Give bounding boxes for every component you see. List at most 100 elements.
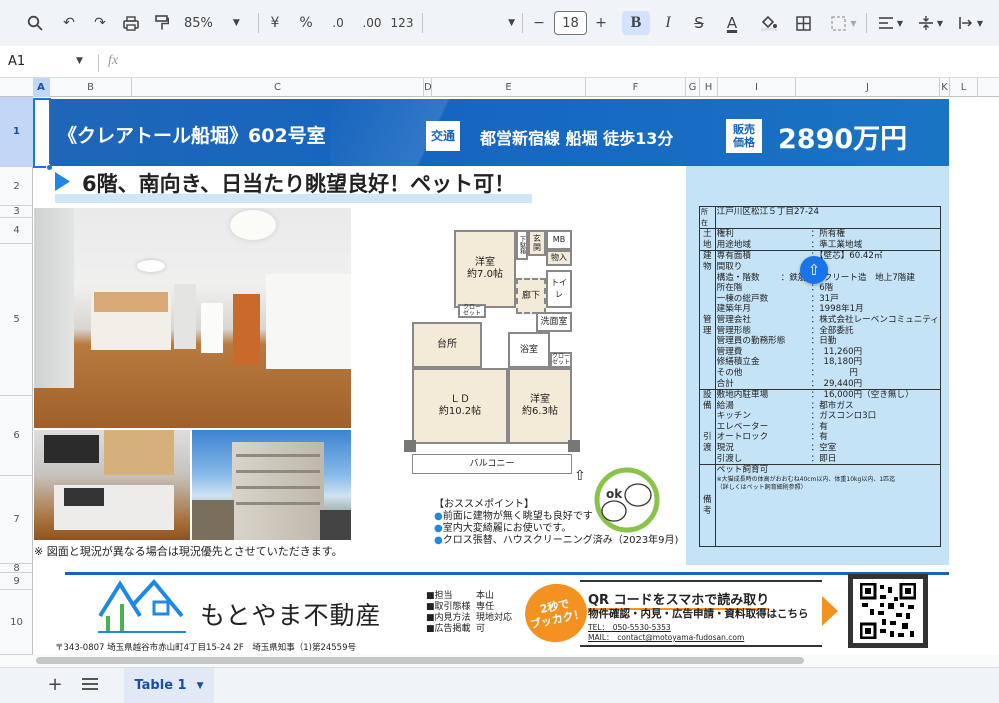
- row-header-4[interactable]: 4: [0, 218, 33, 244]
- row-header-9[interactable]: 9: [0, 573, 33, 590]
- borders-icon[interactable]: [792, 11, 814, 35]
- info-key: その他: [716, 367, 743, 378]
- chevron-down-icon[interactable]: ▼: [76, 56, 83, 66]
- photo-building-exterior: [192, 430, 351, 540]
- merge-cells-icon[interactable]: ▼: [826, 11, 862, 35]
- column-header-a[interactable]: A: [33, 78, 50, 97]
- row-header-8[interactable]: 8: [0, 564, 33, 574]
- photo-kitchen: [34, 430, 190, 540]
- percent-button[interactable]: %: [297, 11, 315, 35]
- sheet-tab-bar: + Table 1 ▼: [0, 667, 999, 703]
- add-sheet-icon[interactable]: +: [44, 674, 66, 696]
- currency-button[interactable]: ¥: [266, 11, 284, 35]
- column-header-h[interactable]: H: [700, 78, 718, 97]
- info-key: 所在階: [716, 283, 743, 294]
- detail-key: ■担当: [426, 591, 453, 601]
- fp-kitchen: 台所: [412, 322, 482, 368]
- row-header-7[interactable]: 7: [0, 476, 33, 564]
- paint-format-icon[interactable]: [151, 11, 173, 35]
- column-header-d[interactable]: D: [424, 78, 432, 97]
- chevron-down-icon[interactable]: ▼: [197, 681, 204, 691]
- text-wrap-icon[interactable]: ▼: [954, 11, 988, 35]
- info-value: ： 18,180円: [810, 357, 863, 368]
- zoom-select[interactable]: 85% ▼: [184, 11, 250, 35]
- column-headers: A B C D E F G H I J K L: [0, 78, 999, 97]
- font-size-input[interactable]: 18: [554, 11, 587, 35]
- info-key: 敷地内駐車場: [716, 390, 769, 401]
- number-format-button[interactable]: 123: [390, 11, 414, 35]
- font-family-select[interactable]: ▼: [430, 11, 515, 35]
- column-header-l[interactable]: L: [950, 78, 978, 97]
- row-header-1[interactable]: 1: [0, 97, 33, 167]
- undo-icon[interactable]: ↶: [58, 11, 80, 35]
- increase-decimal-button[interactable]: .00: [360, 11, 384, 35]
- row-header-2[interactable]: 2: [0, 167, 33, 206]
- row-header-3[interactable]: 3: [0, 206, 33, 218]
- formula-input[interactable]: [130, 50, 990, 74]
- vertical-align-icon[interactable]: ▼: [914, 11, 948, 35]
- bullet-icon: ●: [434, 511, 443, 522]
- info-key: 管理会社: [716, 314, 751, 325]
- toolbar: ↶ ↷ 85% ▼ ¥ % .0 .00 123 ▼ − 18 + B I S …: [0, 0, 999, 46]
- row-header-5[interactable]: 5: [0, 244, 33, 396]
- fp-bathroom: 浴室: [508, 332, 550, 368]
- row-header-10[interactable]: 10: [0, 590, 33, 655]
- info-value: ：全部委託: [810, 325, 854, 336]
- info-key: 管理員の勤務形態: [716, 336, 786, 347]
- print-icon[interactable]: [120, 11, 142, 35]
- tab-table-1[interactable]: Table 1 ▼: [124, 668, 214, 703]
- cell-reference-box[interactable]: A1: [8, 54, 25, 69]
- info-key: エレベーター: [716, 421, 769, 432]
- column-header-c[interactable]: C: [132, 78, 424, 97]
- italic-button[interactable]: I: [657, 11, 679, 35]
- info-value: ：有: [810, 421, 828, 432]
- remarks-label: 備 考: [699, 464, 716, 548]
- info-value: ：株式会社レーベンコミュニティ: [810, 314, 939, 325]
- fp-living-dining: ＬＤ 約10.2帖: [412, 368, 508, 444]
- scroll-to-top-icon[interactable]: ⇧: [800, 256, 828, 284]
- fill-color-icon[interactable]: [758, 11, 780, 35]
- selected-cell-a1[interactable]: [33, 98, 51, 168]
- align-left-icon[interactable]: ▼: [874, 11, 908, 35]
- info-key: キッチン: [716, 411, 751, 422]
- building-label: 建 物 管 理: [699, 250, 716, 391]
- qr-subtitle: 物件確認・内見・広告申請・資料取得はこちら: [588, 608, 809, 620]
- column-header-b[interactable]: B: [50, 78, 132, 97]
- function-icon: fx: [108, 53, 119, 68]
- fp-toilet: トイレ: [546, 270, 572, 308]
- font-size-increase-button[interactable]: +: [592, 11, 610, 35]
- column-header-j[interactable]: J: [796, 78, 940, 97]
- column-header-e[interactable]: E: [432, 78, 586, 97]
- bullet-icon: ●: [434, 523, 443, 534]
- company-mail[interactable]: MAIL： contact@motoyama-fudosan.com: [588, 632, 744, 643]
- horizontal-scrollbar[interactable]: [36, 657, 804, 664]
- detail-key: ■取引態様: [426, 602, 471, 612]
- property-title: 《クレアトール船堀》602号室: [58, 125, 326, 147]
- fp-storage: 物入: [546, 250, 572, 266]
- fp-washroom: 洗面室: [536, 312, 572, 332]
- column-header-g[interactable]: G: [686, 78, 700, 97]
- redo-icon[interactable]: ↷: [89, 11, 111, 35]
- info-value: ：準工業地域: [810, 239, 863, 250]
- all-sheets-icon[interactable]: [82, 678, 100, 693]
- row-header-6[interactable]: 6: [0, 396, 33, 476]
- font-size-decrease-button[interactable]: −: [530, 11, 548, 35]
- transport-info: 都営新宿線 船堀 徒歩13分: [480, 129, 674, 148]
- text-color-button[interactable]: A: [721, 11, 743, 35]
- column-header-f[interactable]: F: [586, 78, 686, 97]
- north-arrow-icon: ⇧: [574, 468, 586, 484]
- info-value: ：有: [810, 432, 828, 443]
- column-header-k[interactable]: K: [940, 78, 950, 97]
- info-value: ：1998年1月: [810, 304, 864, 315]
- strikethrough-button[interactable]: S: [688, 11, 710, 35]
- search-icon[interactable]: [24, 11, 46, 35]
- recommend-point: 室内大変綺麗にお使いです。: [442, 523, 572, 534]
- decrease-decimal-button[interactable]: .0: [326, 11, 350, 35]
- recommend-point: 前面に建物が無く眺望も良好です: [442, 511, 593, 522]
- info-key: 給湯: [716, 400, 734, 411]
- bold-button[interactable]: B: [622, 11, 650, 35]
- fp-hallway: 廊下: [516, 278, 546, 314]
- fp-shoe-box: 下駄箱: [516, 230, 528, 260]
- column-header-i[interactable]: I: [718, 78, 796, 97]
- transport-label: 交通: [426, 121, 460, 151]
